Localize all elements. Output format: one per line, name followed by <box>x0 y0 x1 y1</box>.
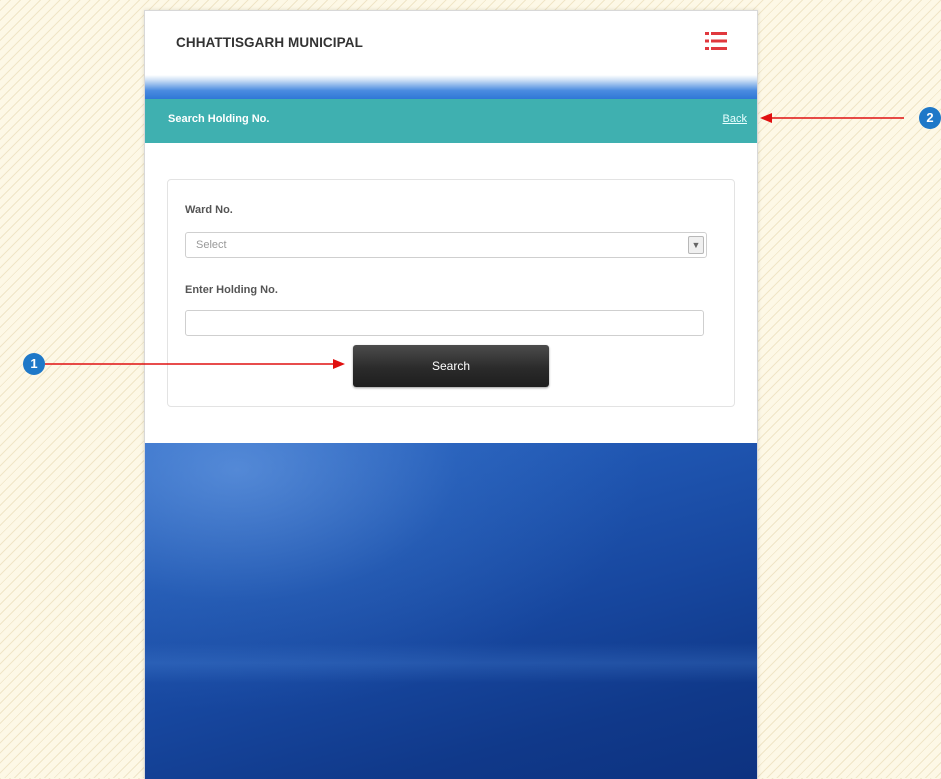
annotation-arrow-1-head <box>333 359 345 369</box>
annotation-arrow-2-head <box>760 113 772 123</box>
annotation-marker-2: 2 <box>919 107 941 129</box>
annotation-marker-1: 1 <box>23 353 45 375</box>
annotation-arrows <box>45 113 904 369</box>
